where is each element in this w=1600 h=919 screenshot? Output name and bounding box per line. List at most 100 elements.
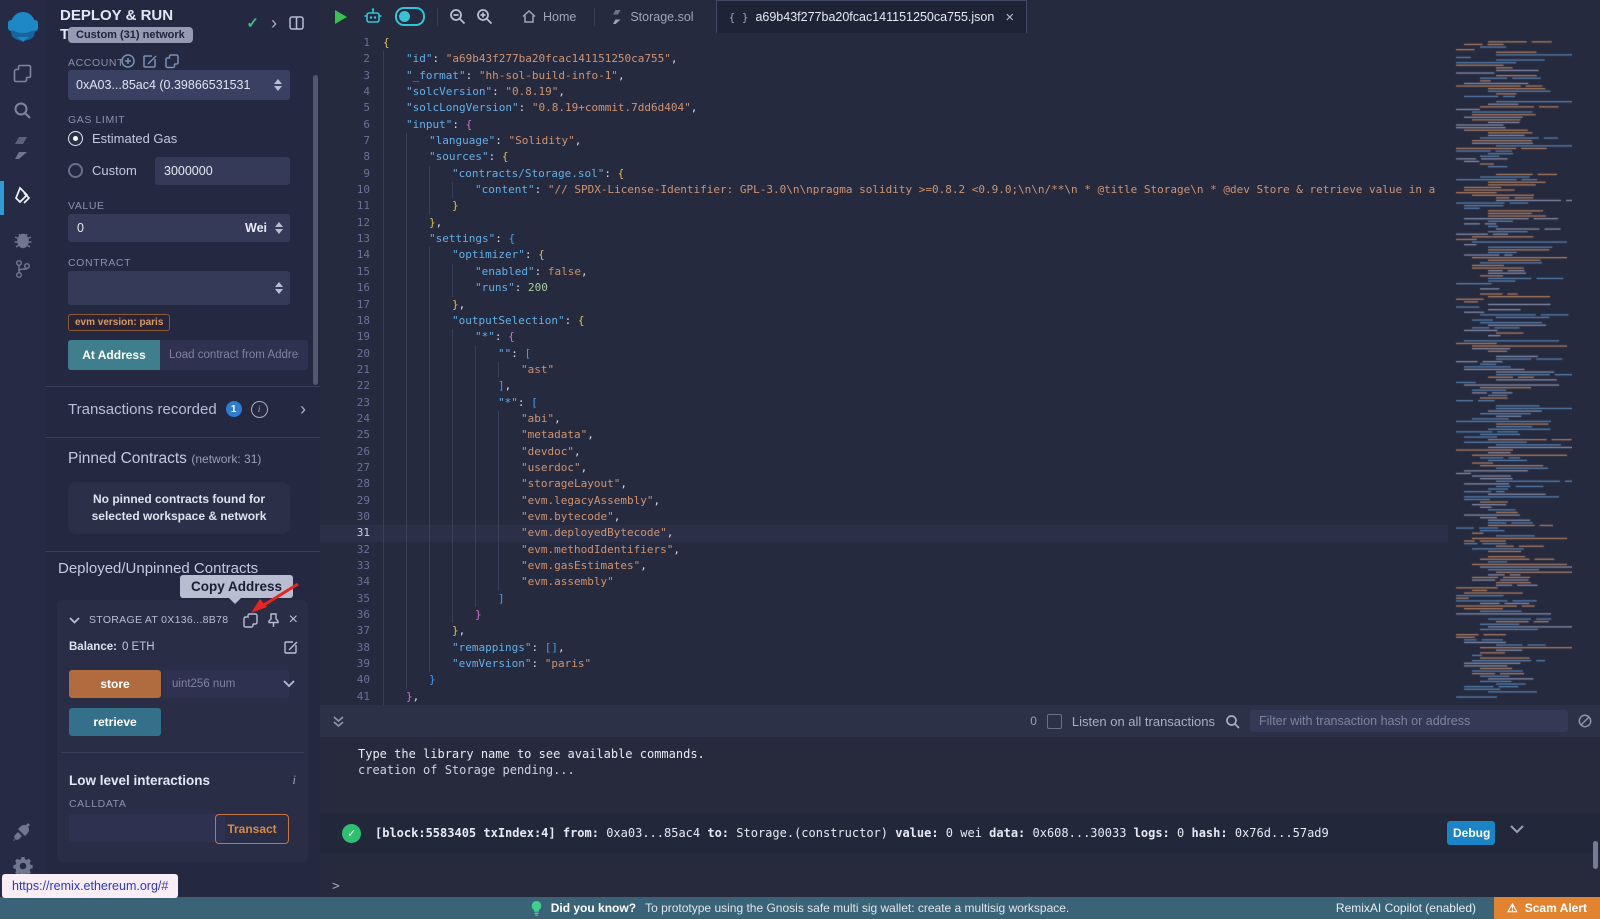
evm-version-badge-wrap: evm version: paris <box>68 312 170 331</box>
warning-icon: ⚠ <box>1507 901 1518 915</box>
deployed-contract-card: STORAGE AT 0X136...8B78 × Balance: 0 ETH… <box>57 600 308 862</box>
pin-panel-icon[interactable] <box>289 16 304 30</box>
code-line: 36} <box>320 607 1448 623</box>
tab-home[interactable]: Home <box>510 0 588 33</box>
store-arg-input[interactable] <box>163 670 289 698</box>
transact-button[interactable]: Transact <box>215 814 289 844</box>
edit-balance-icon[interactable] <box>284 640 298 654</box>
run-script-play-icon[interactable] <box>335 10 347 24</box>
expand-store-chevron-icon[interactable] <box>283 680 295 688</box>
pinned-empty-message: No pinned contracts found for selected w… <box>68 482 290 534</box>
sign-message-icon[interactable] <box>143 54 157 68</box>
value-input[interactable] <box>68 214 222 242</box>
account-value: 0xA03...85ac4 (0.39866531531 <box>76 78 270 92</box>
code-line: 22], <box>320 378 1448 394</box>
collapse-chevron-icon[interactable] <box>69 617 80 624</box>
terminal-header: 0 Listen on all transactions <box>320 705 1600 737</box>
account-label: ACCOUNT <box>68 57 124 69</box>
at-address-button[interactable]: At Address <box>68 340 160 370</box>
zoom-out-icon[interactable] <box>449 8 466 25</box>
value-unit-select[interactable]: Wei <box>208 214 290 242</box>
clear-console-icon[interactable] <box>1578 714 1592 728</box>
debug-button[interactable]: Debug <box>1447 821 1495 845</box>
code-lines[interactable]: 1{2"id": "a69b43f277ba20fcac141151250ca7… <box>320 33 1448 705</box>
custom-gas-input[interactable] <box>155 157 290 185</box>
file-explorer-icon[interactable] <box>0 56 45 90</box>
pinned-network-label: (network: 31) <box>191 452 261 466</box>
expand-tx-chevron-icon[interactable] <box>1510 825 1524 834</box>
remixai-robot-icon[interactable] <box>363 8 383 26</box>
retrieve-button[interactable]: retrieve <box>69 708 161 736</box>
value-label: VALUE <box>68 200 105 212</box>
transactions-recorded-label: Transactions recorded <box>68 401 217 418</box>
add-account-icon[interactable] <box>121 54 135 68</box>
search-transactions-icon[interactable] <box>1225 714 1240 729</box>
code-line: 15"enabled": false, <box>320 264 1448 280</box>
custom-gas-option-label: Custom <box>92 163 137 178</box>
contract-label: CONTRACT <box>68 257 131 269</box>
collapse-terminal-icon[interactable] <box>332 715 345 728</box>
copy-account-icon[interactable] <box>165 54 179 68</box>
terminal-body[interactable]: Type the library name to see available c… <box>320 737 1600 897</box>
contract-stepper-icon[interactable] <box>275 282 283 294</box>
listen-all-checkbox[interactable] <box>1047 714 1062 729</box>
minimap[interactable] <box>1450 33 1572 703</box>
tab-label: Storage.sol <box>630 10 693 24</box>
balance-value: 0 ETH <box>122 641 155 653</box>
panel-scrollbar[interactable] <box>313 75 318 385</box>
terminal-prompt: > <box>332 879 340 894</box>
copilot-toggle[interactable] <box>395 7 425 26</box>
tab-build-info-json[interactable]: { } a69b43f277ba20fcac141151250ca755.jso… <box>716 0 1028 33</box>
gas-limit-label: GAS LIMIT <box>68 114 125 126</box>
solidity-compiler-icon[interactable] <box>0 131 45 165</box>
git-branch-icon[interactable] <box>0 252 45 286</box>
toolbar-separator <box>437 8 438 26</box>
transaction-log-row[interactable]: ✓ [block:5583405 txIndex:4] from: 0xa03.… <box>320 813 1600 853</box>
estimated-gas-option[interactable]: Estimated Gas <box>68 131 177 146</box>
close-tab-icon[interactable]: × <box>1005 9 1014 26</box>
code-line: 8"sources": { <box>320 149 1448 165</box>
code-line: 9"contracts/Storage.sol": { <box>320 166 1448 182</box>
transactions-expand-icon[interactable]: › <box>300 400 306 418</box>
panel-forward-icon[interactable]: › <box>271 14 277 32</box>
editor-area: Home Storage.sol { } a69b43f277ba20fcac1… <box>320 0 1600 705</box>
evm-version-badge: evm version: paris <box>68 314 170 331</box>
search-icon[interactable] <box>0 93 45 127</box>
deploy-run-icon[interactable] <box>0 181 45 215</box>
code-line: 29"evm.legacyAssembly", <box>320 493 1448 509</box>
icon-rail <box>0 0 46 897</box>
unit-stepper-icon[interactable] <box>275 222 283 234</box>
transaction-filter-input[interactable] <box>1250 710 1568 732</box>
code-line: 31"evm.deployedBytecode", <box>320 525 1448 541</box>
code-line: 21"ast" <box>320 362 1448 378</box>
scam-alert-badge[interactable]: ⚠ Scam Alert <box>1494 897 1600 919</box>
estimated-gas-radio[interactable] <box>68 131 83 146</box>
account-stepper-icon[interactable] <box>274 79 282 91</box>
custom-gas-radio[interactable] <box>68 163 83 178</box>
custom-gas-option[interactable]: Custom <box>68 163 137 178</box>
value-unit: Wei <box>245 221 267 235</box>
code-line: 5"solcLongVersion": "0.8.19+commit.7dd6d… <box>320 100 1448 116</box>
transactions-info-icon[interactable]: i <box>251 401 268 418</box>
low-level-info-icon[interactable]: i <box>292 772 296 788</box>
calldata-input[interactable] <box>69 814 225 842</box>
contract-select[interactable] <box>68 271 290 305</box>
zoom-in-icon[interactable] <box>476 8 493 25</box>
editor-tabbar: Home Storage.sol { } a69b43f277ba20fcac1… <box>320 0 1600 33</box>
remix-ide-window: DEPLOY & RUN TRANSACTIONS ✓ › Custom (31… <box>0 0 1600 919</box>
store-button[interactable]: store <box>69 670 161 698</box>
debugger-icon[interactable] <box>0 222 45 256</box>
plugin-manager-icon[interactable] <box>0 814 45 848</box>
pinned-contracts-title-row: Pinned Contracts (network: 31) <box>68 450 261 468</box>
remix-logo-icon[interactable] <box>0 6 45 46</box>
code-line: 26"devdoc", <box>320 444 1448 460</box>
low-level-header: Low level interactions i <box>69 772 296 788</box>
code-line: 37}, <box>320 623 1448 639</box>
at-address-input[interactable] <box>160 340 308 370</box>
copilot-status[interactable]: RemixAI Copilot (enabled) <box>1336 901 1476 915</box>
terminal-scrollbar[interactable] <box>1593 841 1598 869</box>
code-line: 12}, <box>320 215 1448 231</box>
transactions-recorded-row[interactable]: Transactions recorded 1 i › <box>68 400 306 418</box>
account-select[interactable]: 0xA03...85ac4 (0.39866531531 <box>68 70 290 100</box>
tab-storage-sol[interactable]: Storage.sol <box>601 0 705 33</box>
